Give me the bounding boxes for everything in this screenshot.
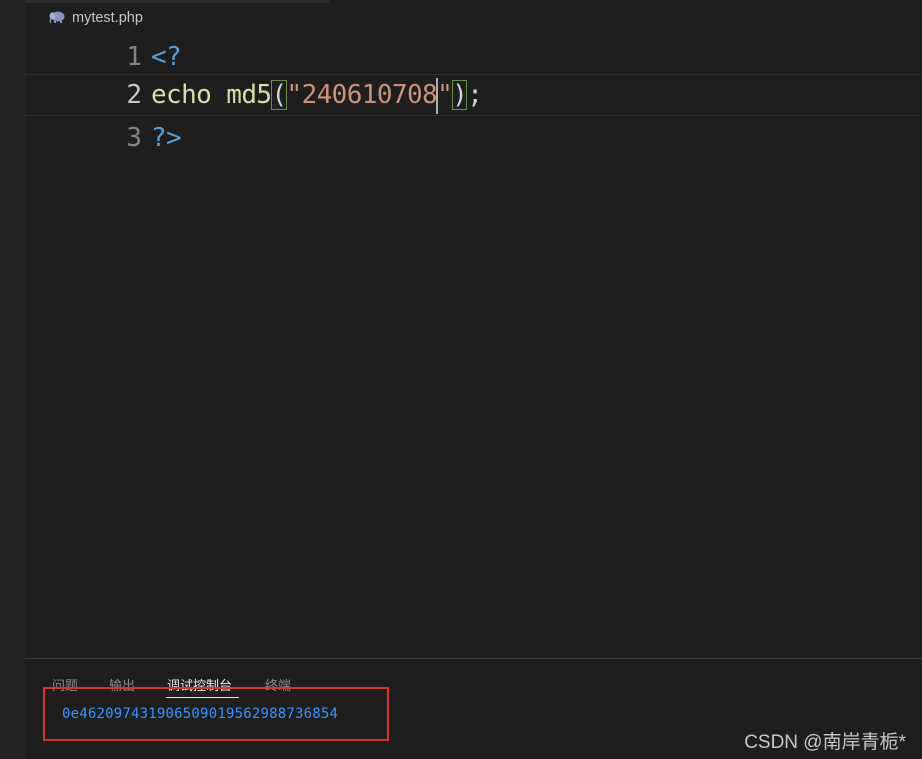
vscode-window: mytest.php 1 <? 2 echo md5("240610708");…	[0, 0, 922, 759]
token-semicolon: ;	[467, 80, 483, 110]
token-string: 240610708	[301, 80, 438, 110]
line-number: 1	[126, 42, 142, 72]
token-open-paren: (	[271, 80, 287, 110]
token-function: md5	[226, 80, 272, 110]
token-quote-open: "	[286, 80, 303, 110]
php-elephant-icon	[49, 11, 65, 24]
panel-tab-debug-console[interactable]: 调试控制台	[167, 675, 232, 694]
activity-bar	[0, 0, 25, 759]
editor-tab-bar	[25, 0, 922, 36]
code-text: ?>	[151, 123, 182, 153]
code-line: 1 <?	[25, 36, 922, 78]
code-line-current: 2 echo md5("240610708");	[25, 74, 922, 116]
active-tab-indicator	[166, 697, 239, 698]
tab-label: mytest.php	[72, 10, 143, 26]
panel-tab-output[interactable]: 输出	[109, 675, 135, 694]
line-number: 3	[126, 123, 142, 153]
line-number: 2	[126, 80, 142, 110]
code-line: 3 ?>	[25, 117, 922, 159]
tab-top-border	[25, 0, 329, 3]
code-editor[interactable]: 1 <? 2 echo md5("240610708"); 3 ?>	[25, 36, 922, 658]
token-quote-close: "	[437, 80, 453, 110]
panel-tab-problems[interactable]: 问题	[52, 675, 78, 694]
code-text: echo md5("240610708");	[151, 74, 483, 116]
watermark: CSDN @南岸青栀*	[744, 732, 906, 753]
token-keyword: echo	[151, 80, 212, 110]
panel-tab-terminal[interactable]: 终端	[265, 675, 291, 694]
code-text: <?	[151, 42, 182, 72]
debug-console-output: 0e462097431906509019562988736854	[62, 706, 339, 722]
token-close-paren: )	[452, 80, 468, 110]
